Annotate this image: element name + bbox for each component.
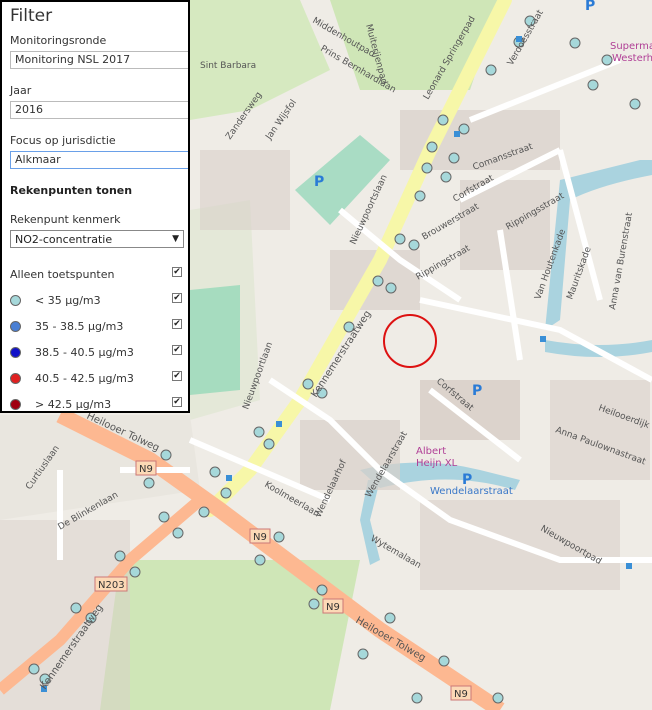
year-label: Jaar bbox=[10, 84, 32, 97]
legend-checkbox[interactable]: ✔ bbox=[172, 319, 182, 329]
parking-icon: P bbox=[585, 0, 595, 14]
legend-dot-icon bbox=[10, 320, 21, 332]
legend-checkbox[interactable]: ✔ bbox=[172, 397, 182, 407]
legend-row: < 35 µg/m3 ✔ bbox=[10, 287, 188, 313]
legend-dot-icon bbox=[10, 372, 21, 384]
kenmerk-label: Rekenpunt kenmerk bbox=[10, 213, 121, 226]
legend-row: > 42.5 µg/m3 ✔ bbox=[10, 391, 188, 411]
legend-row: 35 - 38.5 µg/m3 ✔ bbox=[10, 313, 188, 339]
road-shield-n9: N9 bbox=[454, 689, 468, 700]
legend-checkbox[interactable]: ✔ bbox=[172, 345, 182, 355]
legend-dot-icon bbox=[10, 398, 21, 410]
legend-row: 38.5 - 40.5 µg/m3 ✔ bbox=[10, 339, 188, 365]
toetspunten-checkbox[interactable]: ✔ bbox=[172, 267, 182, 277]
legend-label: 40.5 - 42.5 µg/m3 bbox=[35, 371, 134, 385]
monitoring-select[interactable]: Monitoring NSL 2017 bbox=[10, 51, 188, 69]
parking-icon: P bbox=[472, 383, 482, 399]
chevron-down-icon: ▼ bbox=[172, 234, 179, 244]
filter-title: Filter bbox=[10, 6, 53, 26]
year-select[interactable]: 2016 bbox=[10, 101, 188, 119]
monitoring-label: Monitoringsronde bbox=[10, 34, 107, 47]
legend-label: 35 - 38.5 µg/m3 bbox=[35, 319, 124, 333]
supermarket-label: Superma bbox=[610, 41, 652, 52]
toetspunten-row: Alleen toetspunten ✔ bbox=[10, 261, 188, 287]
legend-label: 38.5 - 40.5 µg/m3 bbox=[35, 345, 134, 359]
wendelaar-parking-label: Wendelaarstraat bbox=[430, 486, 513, 497]
rekenpunten-section-title: Rekenpunten tonen bbox=[10, 184, 133, 197]
jurisdiction-label: Focus op jurisdictie bbox=[10, 134, 116, 147]
road-shield-n203: N203 bbox=[98, 580, 125, 591]
legend-checkbox[interactable]: ✔ bbox=[172, 371, 182, 381]
legend-label: > 42.5 µg/m3 bbox=[35, 397, 112, 411]
kenmerk-dropdown[interactable]: NO2-concentratie ▼ bbox=[10, 230, 184, 248]
legend-checkbox[interactable]: ✔ bbox=[172, 293, 182, 303]
jurisdiction-input[interactable]: Alkmaar bbox=[10, 151, 188, 169]
filter-panel: Filter Monitoringsronde Monitoring NSL 2… bbox=[0, 0, 190, 413]
legend-dot-icon bbox=[10, 346, 21, 358]
legend-dot-icon bbox=[10, 294, 21, 306]
toetspunten-label: Alleen toetspunten bbox=[10, 267, 115, 281]
road-shield-n9: N9 bbox=[253, 532, 267, 543]
albert-heijn-label-2: Heijn XL bbox=[416, 458, 458, 469]
parking-icon: P bbox=[314, 174, 324, 190]
road-shield-n9: N9 bbox=[139, 464, 153, 475]
road-shield-n9: N9 bbox=[326, 602, 340, 613]
legend-row: 40.5 - 42.5 µg/m3 ✔ bbox=[10, 365, 188, 391]
legend-label: < 35 µg/m3 bbox=[35, 293, 101, 307]
albert-heijn-label: Albert bbox=[416, 446, 446, 457]
street-label: Sint Barbara bbox=[200, 61, 256, 71]
supermarket-label-2: Westerh bbox=[612, 53, 652, 64]
kenmerk-value: NO2-concentratie bbox=[15, 232, 113, 246]
